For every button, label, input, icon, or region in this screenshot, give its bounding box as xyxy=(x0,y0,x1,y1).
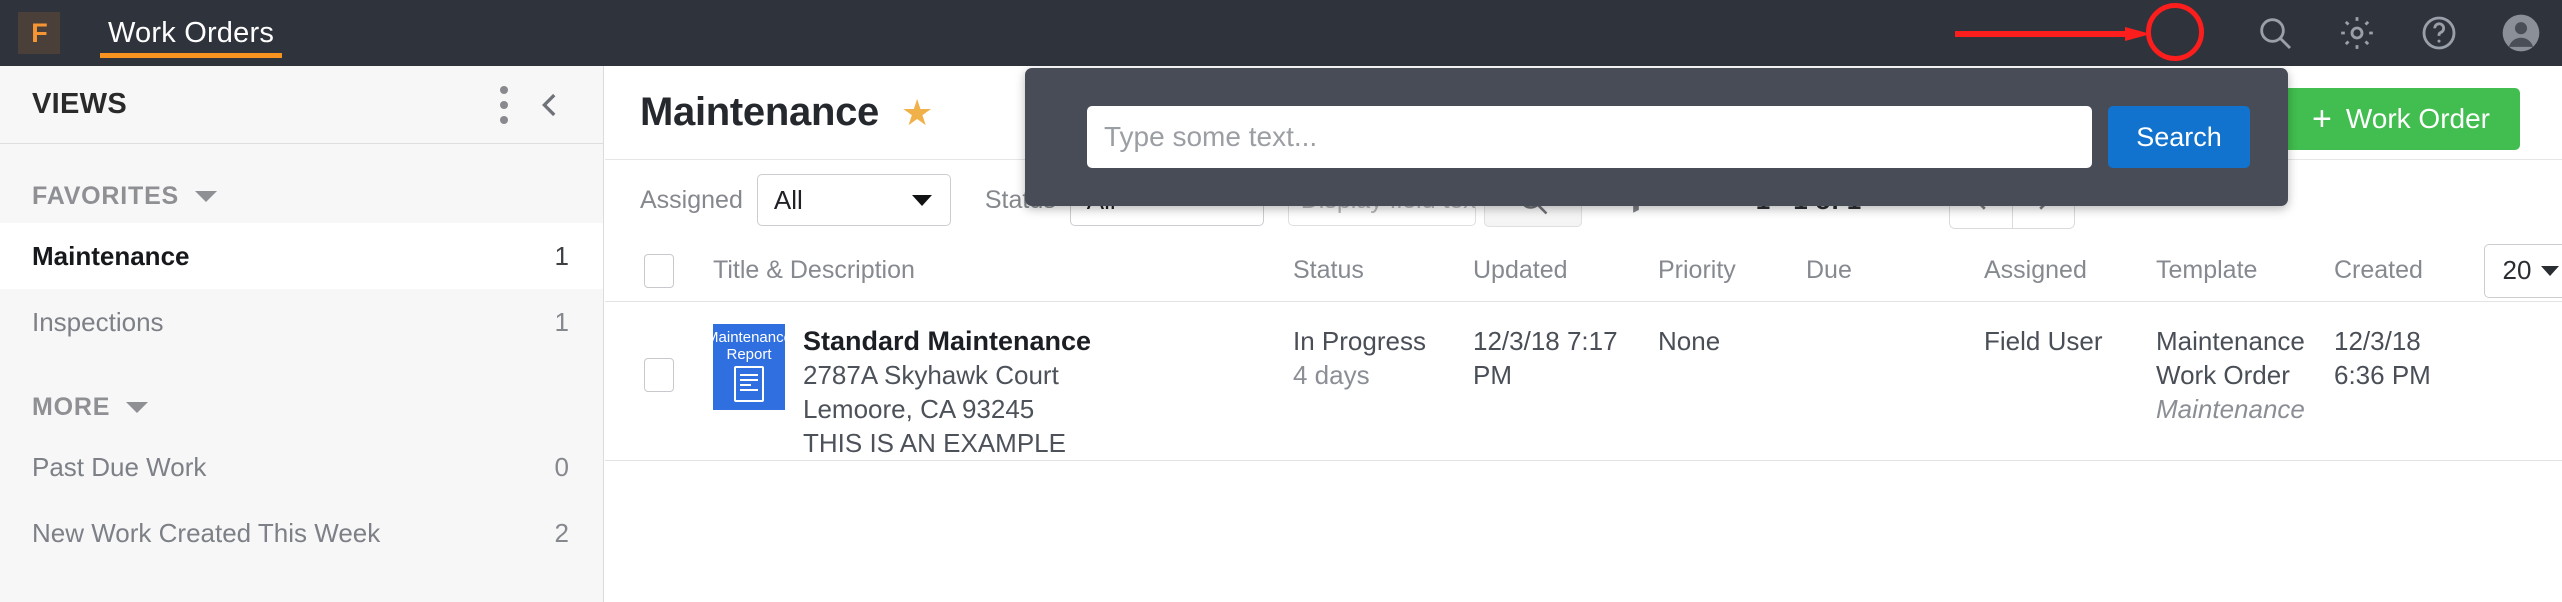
avatar-icon[interactable] xyxy=(2480,0,2562,66)
work-orders-table: Title & Description Status Updated Prior… xyxy=(605,240,2562,461)
sidebar-item-count: 0 xyxy=(555,452,569,483)
status-age: 4 days xyxy=(1293,358,1473,392)
sidebar-item-past-due-work[interactable]: Past Due Work 0 xyxy=(0,434,603,500)
sidebar-item-label: Maintenance xyxy=(32,241,555,272)
sidebar-item-label: Inspections xyxy=(32,307,555,338)
updated-line-1: 12/3/18 7:17 xyxy=(1473,324,1658,358)
global-search-submit-button[interactable]: Search xyxy=(2108,106,2250,168)
chevron-down-icon xyxy=(195,191,217,202)
template-line-3: Maintenance xyxy=(2156,392,2334,426)
chevron-left-icon[interactable] xyxy=(527,79,573,131)
add-work-order-label: Work Order xyxy=(2346,103,2490,135)
logo-letter: F xyxy=(31,18,47,49)
cell-status: In Progress 4 days xyxy=(1293,324,1473,392)
views-sidebar: VIEWS FAVORITES Maintenance 1 Inspection… xyxy=(0,66,604,602)
column-header-template[interactable]: Template xyxy=(2156,256,2334,285)
assigned-value: Field User xyxy=(1984,324,2156,358)
app-window: F Work Orders xyxy=(0,0,2562,602)
search-icon[interactable] xyxy=(2234,0,2316,66)
sidebar-item-count: 1 xyxy=(555,307,569,338)
tab-work-orders-label: Work Orders xyxy=(108,17,274,50)
created-line-2: 6:36 PM xyxy=(2334,358,2484,392)
created-line-1: 12/3/18 xyxy=(2334,324,2484,358)
record-thumbnail[interactable]: Maintenance Report xyxy=(713,324,785,410)
sidebar-item-maintenance[interactable]: Maintenance 1 xyxy=(0,223,603,289)
table-header-row: Title & Description Status Updated Prior… xyxy=(605,240,2562,302)
global-search-placeholder: Type some text... xyxy=(1104,121,1317,153)
record-address-line-1: 2787A Skyhawk Court xyxy=(803,358,1091,392)
cell-priority: None xyxy=(1658,324,1806,358)
row-checkbox-cell xyxy=(605,324,713,392)
cell-title-description: Maintenance Report Standard Maintenance … xyxy=(713,324,1293,460)
select-all-checkbox-cell xyxy=(605,254,713,288)
fulcrum-logo[interactable]: F xyxy=(18,12,60,54)
annotation-arrow xyxy=(1955,27,2151,41)
template-line-1: Maintenance xyxy=(2156,324,2334,358)
column-header-title[interactable]: Title & Description xyxy=(713,256,1293,285)
table-row[interactable]: Maintenance Report Standard Maintenance … xyxy=(605,302,2562,461)
help-circle-icon[interactable] xyxy=(2398,0,2480,66)
row-checkbox[interactable] xyxy=(644,358,674,392)
column-header-assigned[interactable]: Assigned xyxy=(1984,256,2156,285)
cell-assigned: Field User xyxy=(1984,324,2156,358)
sidebar-item-inspections[interactable]: Inspections 1 xyxy=(0,289,603,355)
assigned-filter-label: Assigned xyxy=(640,186,743,215)
column-header-status[interactable]: Status xyxy=(1293,256,1473,285)
record-address-line-2: Lemoore, CA 93245 xyxy=(803,392,1091,426)
updated-line-2: PM xyxy=(1473,358,1658,392)
template-line-2: Work Order xyxy=(2156,358,2334,392)
select-all-checkbox[interactable] xyxy=(644,254,674,288)
column-header-created[interactable]: Created xyxy=(2334,256,2484,285)
cell-created: 12/3/18 6:36 PM xyxy=(2334,324,2484,392)
column-header-updated[interactable]: Updated xyxy=(1473,256,1658,285)
chevron-down-icon xyxy=(912,195,932,206)
tab-active-underline xyxy=(100,53,282,58)
page-size-value: 20 xyxy=(2503,255,2532,286)
sidebar-header: VIEWS xyxy=(0,66,603,144)
chevron-down-icon xyxy=(126,402,148,413)
plus-icon: + xyxy=(2312,102,2332,136)
tab-work-orders[interactable]: Work Orders xyxy=(100,0,282,66)
global-search-submit-label: Search xyxy=(2136,122,2222,153)
global-search-panel: Type some text... Search xyxy=(1025,68,2288,206)
page-size-select[interactable]: 20 xyxy=(2484,244,2562,298)
sidebar-item-count: 2 xyxy=(555,518,569,549)
favorite-star-icon[interactable]: ★ xyxy=(901,95,933,131)
annotation-circle-search-icon xyxy=(2146,3,2204,61)
record-title: Standard Maintenance xyxy=(803,324,1091,358)
column-header-due[interactable]: Due xyxy=(1806,256,1984,285)
cell-template: Maintenance Work Order Maintenance xyxy=(2156,324,2334,426)
dots-vertical-icon[interactable] xyxy=(481,79,527,131)
sidebar-group-more[interactable]: MORE xyxy=(0,355,603,434)
sidebar-item-new-work-created-this-week[interactable]: New Work Created This Week 2 xyxy=(0,500,603,566)
assigned-filter-value: All xyxy=(774,185,803,216)
topbar-actions xyxy=(2234,0,2562,66)
sidebar-group-favorites[interactable]: FAVORITES xyxy=(0,144,603,223)
page-size-cell: 20 xyxy=(2484,244,2562,298)
sidebar-item-label: New Work Created This Week xyxy=(32,518,555,549)
priority-value: None xyxy=(1658,324,1806,358)
record-description: THIS IS AN EXAMPLE xyxy=(803,426,1091,460)
status-value: In Progress xyxy=(1293,324,1473,358)
gear-icon[interactable] xyxy=(2316,0,2398,66)
add-work-order-button[interactable]: + Work Order xyxy=(2282,88,2520,150)
thumbnail-line-2: Report xyxy=(726,346,771,363)
top-navigation-bar: F Work Orders xyxy=(0,0,2562,66)
column-header-priority[interactable]: Priority xyxy=(1658,256,1806,285)
document-icon xyxy=(734,366,764,402)
sidebar-title: VIEWS xyxy=(32,88,481,121)
chevron-down-icon xyxy=(2541,266,2559,276)
sidebar-group-label: MORE xyxy=(32,393,110,422)
page-title: Maintenance xyxy=(640,90,879,135)
thumbnail-line-1: Maintenance xyxy=(706,329,792,346)
assigned-filter-select[interactable]: All xyxy=(757,174,951,226)
sidebar-item-count: 1 xyxy=(555,241,569,272)
sidebar-group-label: FAVORITES xyxy=(32,182,179,211)
sidebar-item-label: Past Due Work xyxy=(32,452,555,483)
global-search-input[interactable]: Type some text... xyxy=(1087,106,2092,168)
cell-updated: 12/3/18 7:17 PM xyxy=(1473,324,1658,392)
